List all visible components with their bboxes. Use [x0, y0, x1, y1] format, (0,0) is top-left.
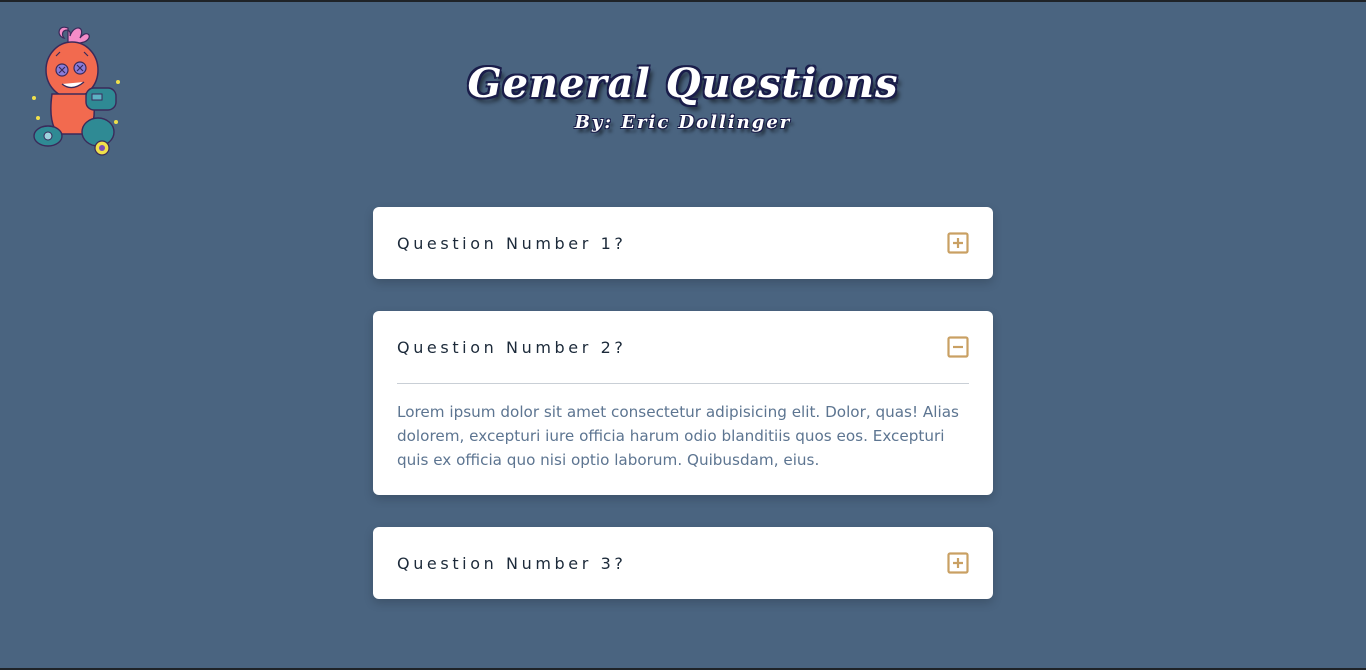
faq-question-text: Question Number 2? [397, 337, 627, 357]
faq-item: Question Number 2? Lorem ipsum dolor sit… [373, 311, 993, 495]
collapse-toggle[interactable] [947, 336, 969, 358]
faq-question-header[interactable]: Question Number 3? [397, 527, 969, 599]
page-header: General Questions By: Eric Dollinger [0, 60, 1366, 133]
expand-toggle[interactable] [947, 232, 969, 254]
faq-question-header[interactable]: Question Number 2? [397, 311, 969, 383]
faq-item: Question Number 1? [373, 207, 993, 279]
plus-square-icon [947, 232, 969, 254]
page-title: General Questions [467, 60, 899, 107]
faq-question-text: Question Number 1? [397, 233, 627, 253]
faq-question-text: Question Number 3? [397, 553, 627, 573]
page-subtitle: By: Eric Dollinger [574, 112, 792, 133]
faq-item: Question Number 3? [373, 527, 993, 599]
plus-square-icon [947, 552, 969, 574]
faq-answer-text: Lorem ipsum dolor sit amet consectetur a… [397, 403, 959, 469]
faq-accordion: Question Number 1? Question Number 2? Lo… [373, 207, 993, 631]
faq-question-header[interactable]: Question Number 1? [397, 207, 969, 279]
expand-toggle[interactable] [947, 552, 969, 574]
minus-square-icon [947, 336, 969, 358]
